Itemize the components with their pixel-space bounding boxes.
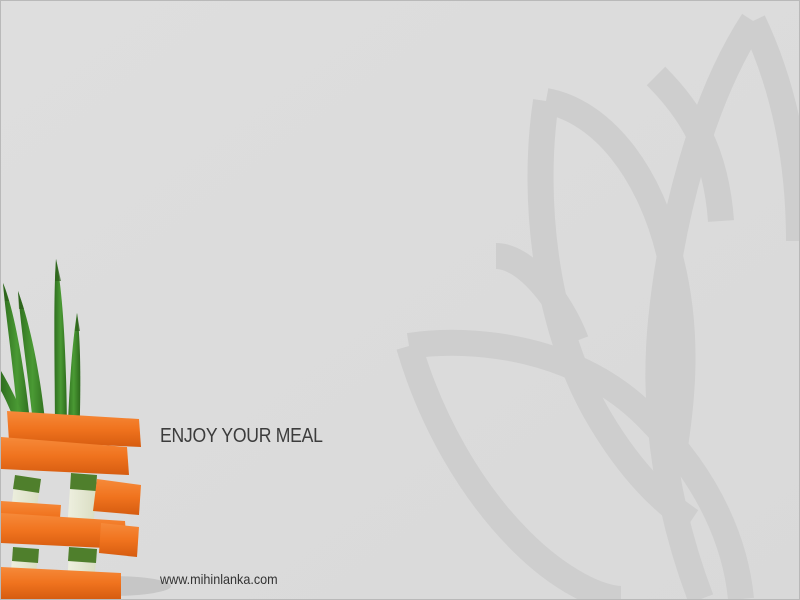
meal-card: ENJOY YOUR MEAL www.mihinlanka.com (0, 0, 800, 600)
background-artwork (1, 1, 799, 599)
tagline-text: ENJOY YOUR MEAL (160, 425, 323, 447)
website-link[interactable]: www.mihinlanka.com (160, 571, 278, 587)
